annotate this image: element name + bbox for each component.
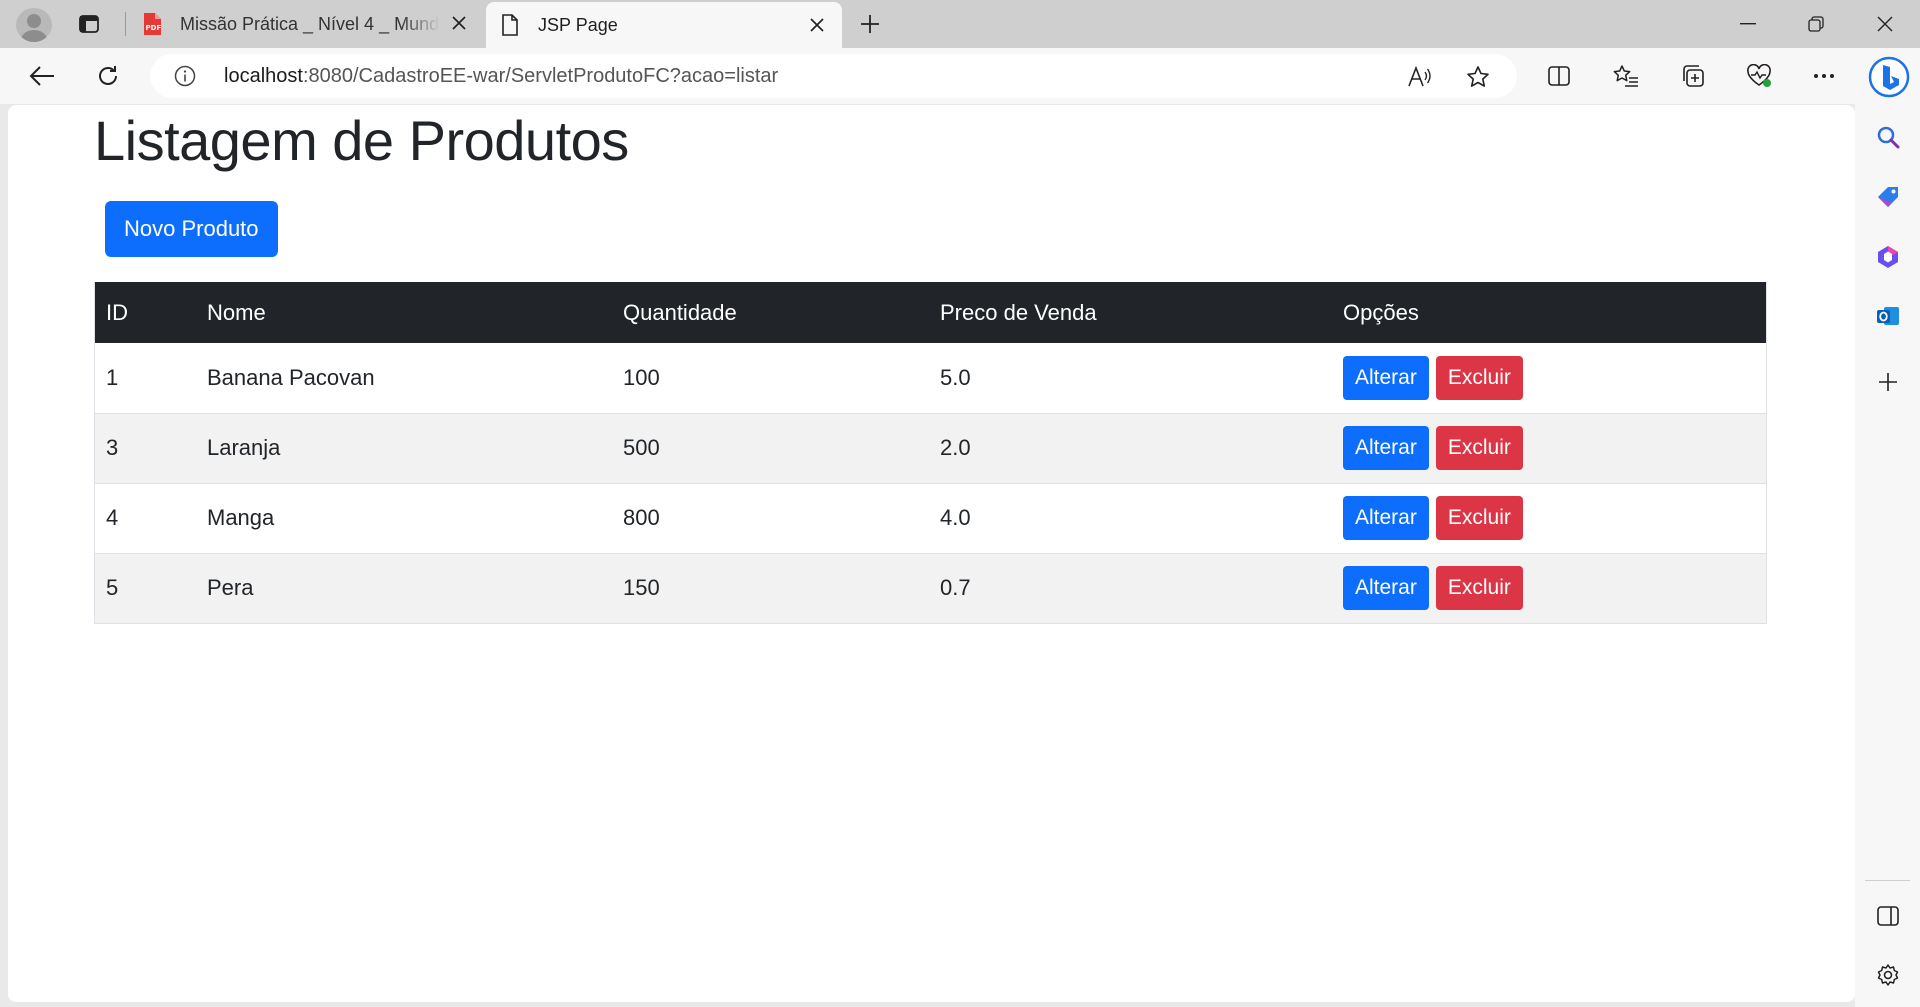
tab-missao-pratica[interactable]: PDF Missão Prática _ Nível 4 _ Mundo 3 <box>128 0 484 48</box>
cell-id: 4 <box>106 505 119 530</box>
delete-button[interactable]: Excluir <box>1435 496 1523 540</box>
favorites-icon[interactable] <box>1609 60 1643 92</box>
cell-quantidade: 800 <box>623 505 660 530</box>
office-icon[interactable] <box>1873 242 1903 272</box>
table-row: 4 Manga 800 4.0 Alterar Excluir <box>94 483 1767 553</box>
cell-opcoes: Alterar Excluir <box>1331 483 1767 553</box>
cell-preco: 5.0 <box>940 364 971 390</box>
hide-sidebar-icon[interactable] <box>1873 901 1903 931</box>
page-content: Listagem de Produtos Novo Produto ID Nom… <box>94 105 1767 623</box>
cell-opcoes: Alterar Excluir <box>1331 343 1767 413</box>
tab-strip: PDF Missão Prática _ Nível 4 _ Mundo 3 J… <box>0 0 1920 48</box>
close-tab-icon[interactable] <box>448 12 470 34</box>
new-product-button[interactable]: Novo Produto <box>105 201 278 257</box>
tab-actions-icon[interactable] <box>72 10 106 38</box>
sidebar-divider <box>1865 880 1910 881</box>
shopping-tag-icon[interactable] <box>1873 182 1903 212</box>
cell-nome: Manga <box>207 505 275 530</box>
pdf-icon: PDF <box>140 12 164 36</box>
delete-button[interactable]: Excluir <box>1435 566 1523 610</box>
products-table: ID Nome Quantidade Preco de Venda Opções… <box>94 282 1767 624</box>
close-window-icon[interactable] <box>1850 0 1920 48</box>
search-icon[interactable] <box>1873 122 1903 152</box>
outlook-icon[interactable] <box>1873 301 1903 331</box>
add-icon[interactable] <box>1873 367 1903 397</box>
tab-jsp-page[interactable]: JSP Page <box>486 2 842 48</box>
url-host: localhost <box>224 65 303 87</box>
address-bar[interactable]: localhost:8080/CadastroEE-war/ServletPro… <box>150 54 1517 98</box>
profile-avatar[interactable] <box>16 8 52 42</box>
settings-gear-icon[interactable] <box>1873 960 1903 990</box>
table-row: 5 Pera 150 0.7 Alterar Excluir <box>94 553 1767 623</box>
cell-opcoes: Alterar Excluir <box>1331 413 1767 483</box>
back-arrow-icon[interactable] <box>25 60 59 92</box>
minimize-icon[interactable] <box>1713 0 1783 48</box>
favorite-star-icon[interactable] <box>1465 64 1491 90</box>
tab-title: Missão Prática _ Nível 4 _ Mundo 3 <box>180 13 440 34</box>
close-tab-icon[interactable] <box>806 14 828 36</box>
more-options-icon[interactable] <box>1807 60 1841 92</box>
table-row: 3 Laranja 500 2.0 Alterar Excluir <box>94 413 1767 483</box>
cell-quantidade: 150 <box>623 575 660 600</box>
read-aloud-icon[interactable] <box>1406 64 1432 90</box>
cell-opcoes: Alterar Excluir <box>1331 553 1767 623</box>
cell-quantidade: 500 <box>623 435 660 460</box>
browser-toolbar: localhost:8080/CadastroEE-war/ServletPro… <box>0 48 1920 104</box>
alter-button[interactable]: Alterar <box>1343 426 1429 470</box>
new-tab-icon[interactable] <box>856 10 884 38</box>
cell-id: 3 <box>106 435 119 460</box>
cell-nome: Laranja <box>207 435 281 460</box>
cell-quantidade: 100 <box>623 364 660 390</box>
page-title: Listagem de Produtos <box>94 109 629 172</box>
column-header-quantidade: Quantidade <box>623 299 737 325</box>
column-header-preco: Preco de Venda <box>940 299 1097 325</box>
delete-button[interactable]: Excluir <box>1435 426 1523 470</box>
alter-button[interactable]: Alterar <box>1343 566 1429 610</box>
column-header-opcoes: Opções <box>1343 299 1419 325</box>
column-header-id: ID <box>106 299 128 325</box>
page-viewport: Listagem de Produtos Novo Produto ID Nom… <box>8 105 1855 1002</box>
site-info-icon[interactable] <box>174 65 196 87</box>
collections-icon[interactable] <box>1676 60 1710 92</box>
table-header-row: ID Nome Quantidade Preco de Venda Opções <box>94 282 1767 343</box>
url-text[interactable]: localhost:8080/CadastroEE-war/ServletPro… <box>224 65 778 88</box>
tab-title: JSP Page <box>538 14 618 35</box>
table-row: 1 Banana Pacovan 100 5.0 Alterar Excluir <box>94 343 1767 413</box>
cell-nome: Pera <box>207 575 254 600</box>
cell-nome: Banana Pacovan <box>207 364 375 390</box>
alter-button[interactable]: Alterar <box>1343 355 1429 400</box>
cell-preco: 4.0 <box>940 505 971 530</box>
tab-separator <box>125 12 126 36</box>
cell-preco: 2.0 <box>940 435 971 460</box>
delete-button[interactable]: Excluir <box>1435 355 1523 400</box>
cell-preco: 0.7 <box>940 575 971 600</box>
cell-id: 5 <box>106 575 119 600</box>
column-header-nome: Nome <box>207 299 266 325</box>
alter-button[interactable]: Alterar <box>1343 496 1429 540</box>
refresh-icon[interactable] <box>91 60 125 92</box>
svg-text:PDF: PDF <box>146 24 162 32</box>
url-path: :8080/CadastroEE-war/ServletProdutoFC?ac… <box>302 65 779 87</box>
restore-icon[interactable] <box>1781 0 1851 48</box>
cell-id: 1 <box>106 364 119 390</box>
copilot-icon[interactable] <box>1866 54 1912 100</box>
split-screen-icon[interactable] <box>1542 60 1576 92</box>
edge-sidebar <box>1855 104 1920 1007</box>
browser-essentials-icon[interactable] <box>1742 60 1776 92</box>
page-icon <box>498 13 522 37</box>
